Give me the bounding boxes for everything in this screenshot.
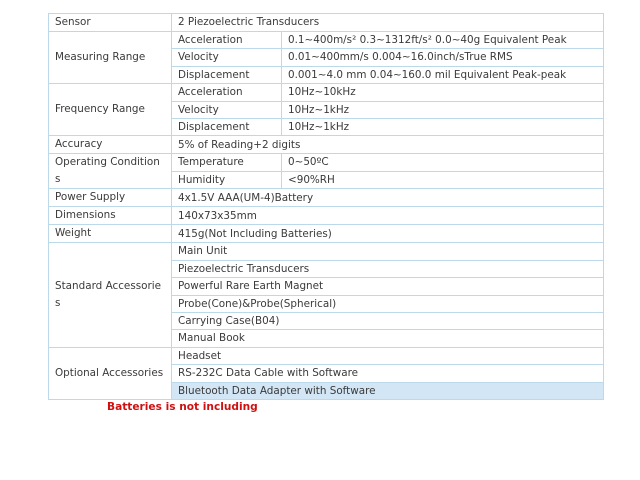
accuracy-value: 5% of Reading+2 digits <box>170 135 605 155</box>
param-cell: Humidity <box>171 170 282 190</box>
table-row: Accuracy 5% of Reading+2 digits <box>48 135 605 155</box>
accessory-item: Piezoelectric Transducers <box>170 259 605 279</box>
param-cell: Velocity <box>171 100 282 120</box>
param-cell: Acceleration <box>171 30 282 50</box>
sensor-value: 2 Piezoelectric Transducers <box>170 13 605 32</box>
table-row: Measuring Range Acceleration 0.1~400m/s²… <box>48 30 605 85</box>
row-label-dimensions: Dimensions <box>48 206 172 226</box>
table-row: Dimensions 140x73x35mm <box>48 206 605 226</box>
value-cell: 10Hz~1kHz <box>280 100 605 120</box>
table-row: Weight 415g(Not Including Batteries) <box>48 224 605 244</box>
battery-note: Batteries is not including <box>107 401 258 413</box>
row-label-measuring-range: Measuring Range <box>48 30 172 85</box>
value-cell: 0.1~400m/s² 0.3~1312ft/s² 0.0~40g Equiva… <box>280 30 605 50</box>
table-row: Sensor 2 Piezoelectric Transducers <box>48 13 605 32</box>
table-row: Standard Accessorie s Main Unit <box>48 242 605 348</box>
row-label-operating-conditions: Operating Condition s <box>48 153 172 190</box>
optional-item: Bluetooth Data Adapter with Software <box>170 381 605 401</box>
value-cell: 0.01~400mm/s 0.004~16.0inch/sTrue RMS <box>280 48 605 67</box>
value-cell: <90%RH <box>280 170 605 190</box>
row-label-sensor: Sensor <box>48 13 172 32</box>
optional-item: RS-232C Data Cable with Software <box>170 364 605 383</box>
row-label-frequency-range: Frequency Range <box>48 83 172 137</box>
weight-value: 415g(Not Including Batteries) <box>170 224 605 244</box>
row-label-standard-accessories: Standard Accessorie s <box>48 242 172 348</box>
param-cell: Displacement <box>171 65 282 85</box>
param-cell: Acceleration <box>171 83 282 102</box>
param-cell: Velocity <box>171 48 282 67</box>
row-label-optional-accessories: Optional Accessories <box>48 346 172 401</box>
row-label-weight: Weight <box>48 224 172 244</box>
accessory-item: Manual Book <box>170 329 605 348</box>
optional-item: Headset <box>170 346 605 366</box>
accessory-item: Carrying Case(B04) <box>170 312 605 331</box>
accessory-item: Powerful Rare Earth Magnet <box>170 277 605 296</box>
value-cell: 10Hz~10kHz <box>280 83 605 102</box>
spec-table: Sensor 2 Piezoelectric Transducers Measu… <box>48 13 605 401</box>
value-cell: 0~50ºC <box>280 153 605 172</box>
table-row: Power Supply 4x1.5V AAA(UM-4)Battery <box>48 188 605 208</box>
table-row: Operating Condition s Temperature 0~50ºC <box>48 153 605 190</box>
power-supply-value: 4x1.5V AAA(UM-4)Battery <box>170 188 605 208</box>
table-row: Optional Accessories Headset <box>48 346 605 401</box>
value-cell: 0.001~4.0 mm 0.04~160.0 mil Equivalent P… <box>280 65 605 85</box>
value-cell: 10Hz~1kHz <box>280 118 605 137</box>
accessory-item: Main Unit <box>170 242 605 261</box>
accessory-item: Probe(Cone)&Probe(Spherical) <box>170 294 605 314</box>
param-cell: Displacement <box>171 118 282 137</box>
dimensions-value: 140x73x35mm <box>170 206 605 226</box>
table-row: Frequency Range Acceleration 10Hz~10kHz <box>48 83 605 137</box>
param-cell: Temperature <box>171 153 282 172</box>
row-label-power-supply: Power Supply <box>48 188 172 208</box>
row-label-accuracy: Accuracy <box>48 135 172 155</box>
